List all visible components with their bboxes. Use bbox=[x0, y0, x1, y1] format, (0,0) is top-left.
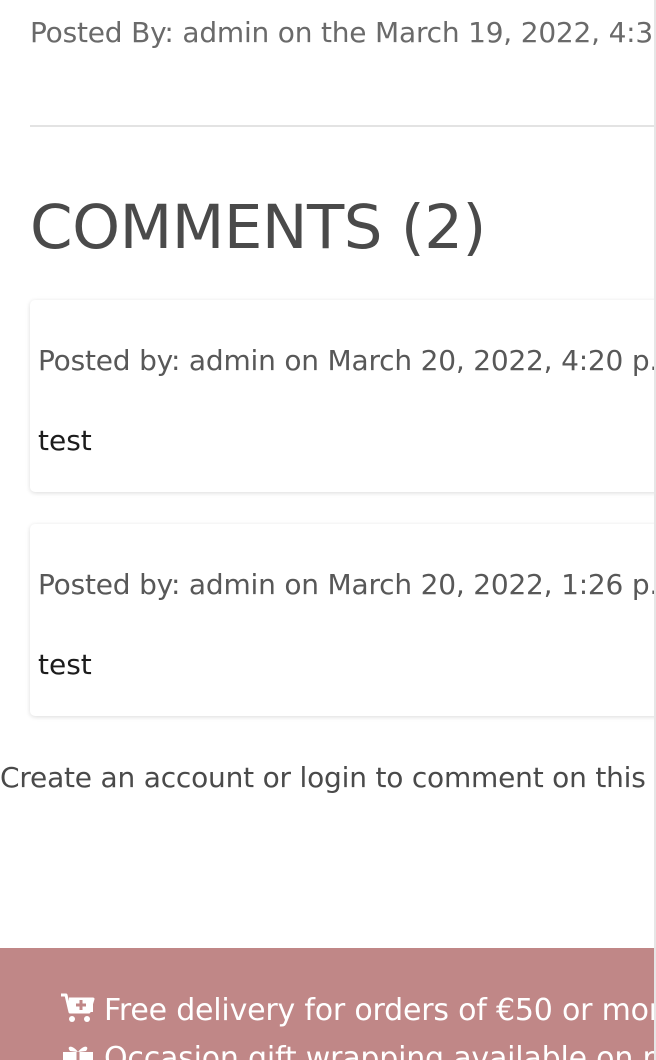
cart-plus-icon bbox=[60, 992, 96, 1032]
post-meta: Posted By: admin on the March 19, 2022, … bbox=[30, 16, 654, 49]
footer-banner: Free delivery for orders of €50 or more … bbox=[0, 948, 654, 1060]
comments-heading: COMMENTS (2) bbox=[30, 192, 486, 263]
gift-wrapping-message: Occasion gift wrapping available on requ… bbox=[60, 1040, 654, 1060]
comment-meta: Posted by: admin on March 20, 2022, 4:20… bbox=[38, 344, 654, 377]
comment-card: Posted by: admin on March 20, 2022, 4:20… bbox=[30, 300, 654, 492]
comment-meta: Posted by: admin on March 20, 2022, 1:26… bbox=[38, 568, 654, 601]
free-delivery-message: Free delivery for orders of €50 or more bbox=[60, 992, 654, 1032]
login-to-comment-prompt[interactable]: Create an account or login to comment on… bbox=[0, 761, 654, 794]
blog-post-page: Posted By: admin on the March 19, 2022, … bbox=[0, 0, 654, 1060]
comment-body: test bbox=[38, 648, 92, 681]
free-delivery-text: Free delivery for orders of €50 or more bbox=[104, 993, 654, 1028]
comment-body: test bbox=[38, 424, 92, 457]
gift-icon bbox=[60, 1040, 96, 1060]
gift-wrapping-text: Occasion gift wrapping available on requ… bbox=[104, 1041, 654, 1060]
comment-card: Posted by: admin on March 20, 2022, 1:26… bbox=[30, 524, 654, 716]
section-divider bbox=[30, 125, 654, 127]
